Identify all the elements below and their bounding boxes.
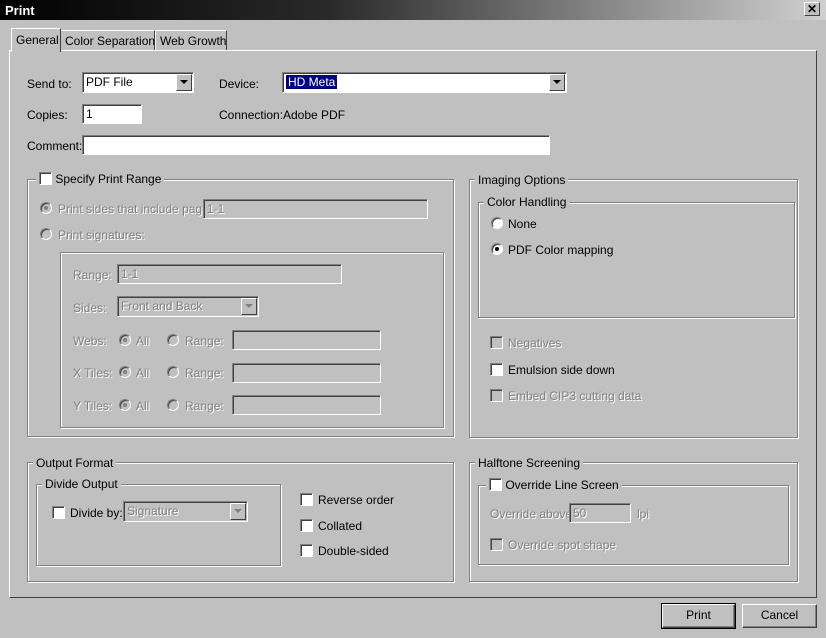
cancel-button[interactable]: Cancel [742, 604, 817, 628]
sides-label: Sides: [73, 301, 107, 315]
divide-by-label: Divide by: [70, 506, 123, 520]
override-spot-shape-label: Override spot shape [508, 538, 617, 552]
ytiles-range-radio[interactable] [167, 399, 179, 411]
double-sided-label: Double-sided [318, 544, 389, 558]
xtiles-all-radio[interactable] [119, 366, 131, 378]
connection-value: Adobe PDF [283, 108, 346, 122]
negatives-checkbox[interactable] [490, 336, 503, 349]
reverse-order-label: Reverse order [318, 493, 395, 507]
tab-web-growth[interactable]: Web Growth [155, 30, 227, 50]
ytiles-range-input[interactable] [232, 395, 381, 415]
print-range-legend: Specify Print Range [36, 172, 165, 186]
reverse-order-checkbox[interactable] [300, 493, 313, 506]
override-line-screen-checkbox[interactable] [489, 478, 502, 491]
pdf-color-mapping-label: PDF Color mapping [508, 243, 614, 257]
webs-range-label: Range: [185, 334, 224, 348]
override-above-label: Override above: [490, 507, 576, 521]
pdf-color-mapping-radio[interactable] [491, 243, 503, 255]
webs-all-radio[interactable] [119, 334, 131, 346]
ytiles-range-label: Range: [185, 399, 224, 413]
override-spot-shape-checkbox[interactable] [490, 538, 503, 551]
device-select[interactable]: HD Meta [282, 72, 567, 93]
emulsion-label: Emulsion side down [508, 363, 615, 377]
webs-label: Webs: [73, 334, 107, 348]
comment-input[interactable] [82, 135, 550, 155]
collated-label: Collated [318, 519, 363, 533]
output-format-legend: Output Format [33, 456, 117, 470]
send-to-select[interactable]: PDF File [82, 72, 194, 93]
copies-label: Copies: [27, 108, 68, 122]
print-signatures-radio[interactable] [40, 228, 52, 240]
tab-general[interactable]: General [11, 28, 61, 52]
color-none-radio[interactable] [491, 217, 503, 229]
color-handling-legend: Color Handling [484, 195, 570, 209]
print-sides-input[interactable]: 1-1 [203, 199, 428, 219]
xtiles-range-radio[interactable] [167, 366, 179, 378]
print-button[interactable]: Print [661, 603, 736, 629]
print-signatures-label: Print signatures: [58, 228, 145, 242]
range-label: Range: [73, 268, 112, 282]
emulsion-checkbox[interactable] [490, 363, 503, 376]
override-line-screen-group [478, 485, 789, 565]
color-none-label: None [508, 217, 537, 231]
divide-output-group [36, 484, 281, 566]
lpi-label: lpi [637, 507, 650, 521]
close-icon: ✕ [806, 2, 818, 16]
imaging-options-legend: Imaging Options [475, 173, 569, 187]
webs-range-radio[interactable] [167, 334, 179, 346]
divide-by-select[interactable]: Signature [123, 501, 248, 522]
divide-output-legend: Divide Output [42, 477, 121, 491]
negatives-label: Negatives [508, 336, 562, 350]
print-sides-label: Print sides that include pages: [58, 202, 219, 216]
chevron-down-icon[interactable] [230, 503, 246, 520]
title-bar [0, 0, 826, 20]
ytiles-label: Y Tiles: [73, 399, 113, 413]
copies-input[interactable]: 1 [82, 104, 142, 124]
xtiles-label: X Tiles: [73, 366, 113, 380]
xtiles-range-label: Range: [185, 366, 224, 380]
ytiles-all-label: All [136, 399, 150, 413]
override-above-input[interactable]: 50 [569, 503, 631, 523]
range-input[interactable]: 1-1 [117, 264, 342, 284]
webs-all-label: All [136, 334, 150, 348]
webs-range-input[interactable] [232, 330, 381, 350]
xtiles-range-input[interactable] [232, 363, 381, 383]
connection-label: Connection: [219, 108, 284, 122]
double-sided-checkbox[interactable] [300, 544, 313, 557]
chevron-down-icon[interactable] [241, 298, 257, 315]
print-sides-radio[interactable] [40, 202, 52, 214]
chevron-down-icon[interactable] [176, 74, 192, 91]
cip3-checkbox[interactable] [490, 389, 503, 402]
window-title: Print [5, 3, 35, 18]
tab-color-separations[interactable]: Color Separations [60, 30, 161, 50]
close-button[interactable]: ✕ [804, 2, 820, 16]
device-label: Device: [219, 77, 260, 91]
chevron-down-icon[interactable] [549, 74, 565, 91]
comment-label: Comment: [27, 139, 83, 153]
collated-checkbox[interactable] [300, 519, 313, 532]
override-line-screen-legend: Override Line Screen [486, 478, 622, 492]
ytiles-all-radio[interactable] [119, 399, 131, 411]
sides-select[interactable]: Front and Back [117, 296, 259, 317]
halftone-legend: Halftone Screening [475, 456, 584, 470]
xtiles-all-label: All [136, 366, 150, 380]
cip3-label: Embed CIP3 cutting data [508, 389, 642, 403]
send-to-label: Send to: [27, 77, 72, 91]
specify-print-range-checkbox[interactable] [39, 172, 52, 185]
divide-by-checkbox[interactable] [52, 506, 65, 519]
